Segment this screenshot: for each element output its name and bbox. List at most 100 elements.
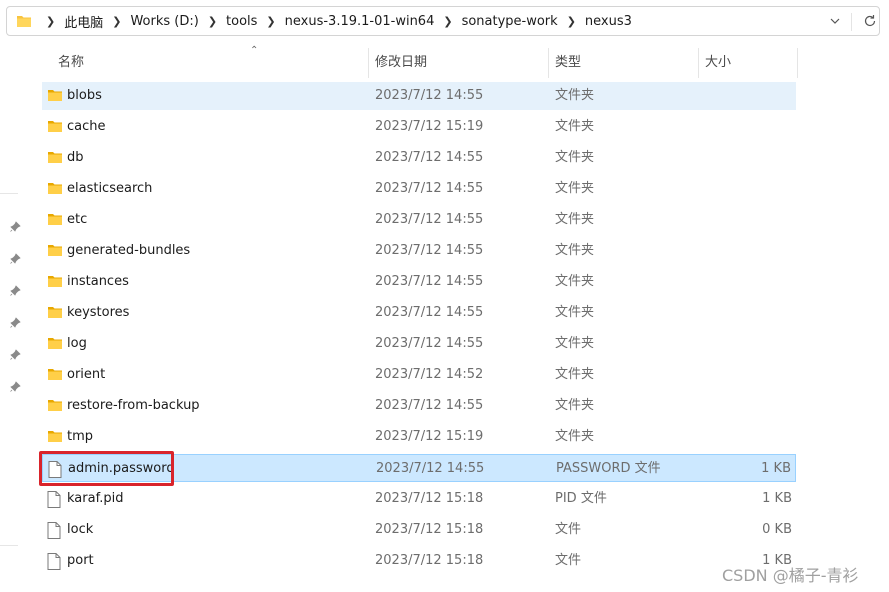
pin-icon[interactable] <box>10 381 21 392</box>
folder-icon <box>16 14 32 32</box>
column-header-modified[interactable]: 修改日期 <box>375 48 427 78</box>
file-row[interactable]: blobs 2023/7/12 14:55 文件夹 <box>42 82 796 110</box>
file-name: elasticsearch <box>67 181 153 196</box>
chevron-right-icon[interactable]: ❯ <box>208 15 217 28</box>
breadcrumb-sonatype-work[interactable]: sonatype-work <box>462 14 558 29</box>
chevron-right-icon[interactable]: ❯ <box>567 15 576 28</box>
pin-icon[interactable] <box>10 285 21 296</box>
file-size: 1 KB <box>761 461 791 476</box>
chevron-right-icon[interactable]: ❯ <box>266 15 275 28</box>
file-type: 文件夹 <box>555 398 595 413</box>
file-icon <box>47 491 61 512</box>
sort-ascending-icon: ⌃ <box>250 45 259 56</box>
file-name: tmp <box>67 429 94 444</box>
file-modified: 2023/7/12 14:55 <box>375 150 484 165</box>
file-row[interactable]: orient 2023/7/12 14:52 文件夹 <box>42 361 796 389</box>
file-type: 文件 <box>555 522 582 537</box>
file-row[interactable]: log 2023/7/12 14:55 文件夹 <box>42 330 796 358</box>
file-icon <box>47 553 61 574</box>
file-type: 文件夹 <box>555 181 595 196</box>
file-row[interactable]: port 2023/7/12 15:18 文件 1 KB <box>42 547 796 575</box>
file-name: instances <box>67 274 129 289</box>
file-name: cache <box>67 119 106 134</box>
file-type: 文件夹 <box>555 429 595 444</box>
file-icon <box>47 522 61 543</box>
pin-icon[interactable] <box>10 317 21 328</box>
column-divider[interactable] <box>548 48 549 78</box>
file-name: karaf.pid <box>67 491 124 506</box>
file-size: 1 KB <box>762 491 792 506</box>
file-type: 文件夹 <box>555 243 595 258</box>
file-modified: 2023/7/12 14:55 <box>375 88 484 103</box>
pin-icon[interactable] <box>10 253 21 264</box>
folder-icon <box>47 150 63 168</box>
file-name: log <box>67 336 87 351</box>
file-type: 文件夹 <box>555 150 595 165</box>
file-name: lock <box>67 522 94 537</box>
file-name: db <box>67 150 84 165</box>
pin-icon[interactable] <box>10 221 21 232</box>
breadcrumb-nexus-dir[interactable]: nexus-3.19.1-01-win64 <box>285 14 435 29</box>
folder-icon <box>47 367 63 385</box>
file-row[interactable]: cache 2023/7/12 15:19 文件夹 <box>42 113 796 141</box>
file-name: orient <box>67 367 106 382</box>
file-row[interactable]: elasticsearch 2023/7/12 14:55 文件夹 <box>42 175 796 203</box>
file-row[interactable]: restore-from-backup 2023/7/12 14:55 文件夹 <box>42 392 796 420</box>
file-row[interactable]: db 2023/7/12 14:55 文件夹 <box>42 144 796 172</box>
file-row[interactable]: karaf.pid 2023/7/12 15:18 PID 文件 1 KB <box>42 485 796 513</box>
file-modified: 2023/7/12 14:55 <box>376 461 485 476</box>
column-divider[interactable] <box>797 48 798 78</box>
file-type: 文件夹 <box>555 367 595 382</box>
column-divider[interactable] <box>368 48 369 78</box>
file-type: PID 文件 <box>555 491 607 506</box>
folder-icon <box>47 274 63 292</box>
refresh-icon[interactable] <box>863 14 877 32</box>
file-name: restore-from-backup <box>67 398 200 413</box>
folder-icon <box>47 119 63 137</box>
address-bar[interactable]: ❯ 此电脑 ❯ Works (D:) ❯ tools ❯ nexus-3.19.… <box>6 6 880 36</box>
column-header-type[interactable]: 类型 <box>555 48 581 78</box>
file-row[interactable]: keystores 2023/7/12 14:55 文件夹 <box>42 299 796 327</box>
chevron-right-icon[interactable]: ❯ <box>443 15 452 28</box>
nav-divider <box>0 193 18 194</box>
file-type: 文件 <box>555 553 582 568</box>
file-modified: 2023/7/12 14:55 <box>375 212 484 227</box>
folder-icon <box>47 243 63 261</box>
file-modified: 2023/7/12 15:18 <box>375 553 484 568</box>
file-modified: 2023/7/12 14:52 <box>375 367 484 382</box>
breadcrumb-drive[interactable]: Works (D:) <box>130 14 198 29</box>
folder-icon <box>47 181 63 199</box>
file-modified: 2023/7/12 14:55 <box>375 398 484 413</box>
file-modified: 2023/7/12 14:55 <box>375 181 484 196</box>
chevron-right-icon[interactable]: ❯ <box>46 15 55 28</box>
pin-icon[interactable] <box>10 349 21 360</box>
column-header-name[interactable]: 名称 <box>58 48 84 78</box>
file-modified: 2023/7/12 15:18 <box>375 491 484 506</box>
file-modified: 2023/7/12 14:55 <box>375 243 484 258</box>
file-type: 文件夹 <box>555 119 595 134</box>
file-type: 文件夹 <box>555 305 595 320</box>
file-name: port <box>67 553 94 568</box>
file-row[interactable]: generated-bundles 2023/7/12 14:55 文件夹 <box>42 237 796 265</box>
file-row[interactable]: instances 2023/7/12 14:55 文件夹 <box>42 268 796 296</box>
breadcrumb-this-pc[interactable]: 此电脑 <box>64 12 103 31</box>
file-type: 文件夹 <box>555 88 595 103</box>
chevron-right-icon[interactable]: ❯ <box>112 15 121 28</box>
file-modified: 2023/7/12 15:19 <box>375 429 484 444</box>
file-type: 文件夹 <box>555 212 595 227</box>
file-name: etc <box>67 212 88 227</box>
column-header-size[interactable]: 大小 <box>705 48 731 78</box>
chevron-down-icon[interactable] <box>829 15 841 31</box>
file-row[interactable]: tmp 2023/7/12 15:19 文件夹 <box>42 423 796 451</box>
folder-icon <box>47 429 63 447</box>
file-row[interactable]: etc 2023/7/12 14:55 文件夹 <box>42 206 796 234</box>
file-size: 0 KB <box>762 522 792 537</box>
column-divider[interactable] <box>698 48 699 78</box>
file-row[interactable]: lock 2023/7/12 15:18 文件 0 KB <box>42 516 796 544</box>
breadcrumb-nexus3[interactable]: nexus3 <box>585 14 632 29</box>
file-modified: 2023/7/12 15:18 <box>375 522 484 537</box>
folder-icon <box>47 398 63 416</box>
watermark: CSDN @橘子-青衫 <box>722 566 859 585</box>
breadcrumb-tools[interactable]: tools <box>226 14 257 29</box>
annotation-highlight-box <box>39 451 174 486</box>
